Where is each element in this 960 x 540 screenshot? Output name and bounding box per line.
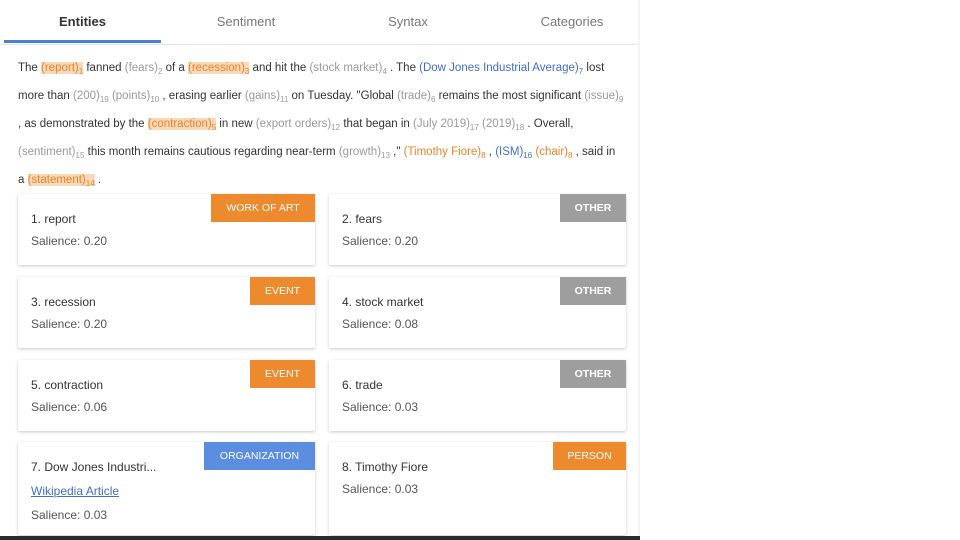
entity-card-trade[interactable]: 6. trade OTHER Salience: 0.03 bbox=[329, 360, 626, 431]
text-segment: , bbox=[485, 146, 496, 158]
entity-mention-chair[interactable]: (chair)8 bbox=[535, 146, 572, 160]
entity-title: 4. stock market bbox=[342, 295, 424, 309]
tab-categories[interactable]: Categories bbox=[492, 0, 640, 44]
text-segment: on Tuesday. "Global bbox=[288, 90, 398, 102]
tab-sentiment[interactable]: Sentiment bbox=[166, 0, 326, 44]
panel-right-edge bbox=[638, 0, 640, 538]
text-segment: of a bbox=[162, 62, 189, 74]
text-segment: , as demonstrated by the bbox=[18, 118, 148, 130]
entity-card-recession[interactable]: 3. recession EVENT Salience: 0.20 bbox=[18, 277, 315, 348]
text-segment: and hit the bbox=[249, 62, 310, 74]
text-segment: , erasing earlier bbox=[159, 90, 245, 102]
entity-mention-ism[interactable]: (ISM)16 bbox=[495, 146, 532, 160]
text-segment: that began in bbox=[340, 118, 414, 130]
entity-mention-export-orders[interactable]: (export orders)12 bbox=[256, 118, 340, 132]
entity-salience: Salience: 0.20 bbox=[31, 234, 108, 248]
entities-panel: Entities Sentiment Syntax Categories The… bbox=[0, 0, 640, 540]
entity-mention-points[interactable]: (points)10 bbox=[112, 90, 159, 104]
entity-card-stock-market[interactable]: 4. stock market OTHER Salience: 0.08 bbox=[329, 277, 626, 348]
entity-title: 3. recession bbox=[31, 295, 96, 309]
entity-card-report[interactable]: 1. report WORK OF ART Salience: 0.20 bbox=[18, 194, 315, 265]
panel-bottom-edge bbox=[0, 536, 640, 540]
text-segment: . bbox=[94, 174, 102, 186]
tab-bar: Entities Sentiment Syntax Categories bbox=[0, 0, 640, 45]
entity-mention-trade[interactable]: (trade)6 bbox=[397, 90, 435, 104]
entity-mention-recession[interactable]: (recession)3 bbox=[188, 62, 250, 76]
text-segment: The bbox=[18, 62, 42, 74]
entity-mention-growth[interactable]: (growth)13 bbox=[339, 146, 390, 160]
wikipedia-article-link[interactable]: Wikipedia Article bbox=[31, 484, 119, 498]
entity-mention-stock-market[interactable]: (stock market)4 bbox=[309, 62, 386, 76]
entity-type-badge: ORGANIZATION bbox=[204, 442, 315, 470]
entity-salience: Salience: 0.20 bbox=[31, 317, 108, 331]
entity-title: 2. fears bbox=[342, 212, 383, 226]
text-segment: . The bbox=[386, 62, 420, 74]
text-segment: ," bbox=[389, 146, 404, 158]
entity-salience: Salience: 0.03 bbox=[342, 400, 419, 414]
entity-mention-contraction[interactable]: (contraction)5 bbox=[147, 118, 217, 132]
entity-salience: Salience: 0.08 bbox=[342, 317, 419, 331]
entity-mention-timothy-fiore[interactable]: (Timothy Fiore)8 bbox=[404, 146, 486, 160]
entity-mention-sentiment[interactable]: (sentiment)15 bbox=[18, 146, 84, 160]
entity-type-badge: OTHER bbox=[560, 277, 626, 305]
entity-card-fears[interactable]: 2. fears OTHER Salience: 0.20 bbox=[329, 194, 626, 265]
entity-mention-gains[interactable]: (gains)11 bbox=[245, 90, 288, 104]
analyzed-text: The (report)1 fanned (fears)2 of a (rece… bbox=[18, 56, 624, 196]
text-segment: fanned bbox=[83, 62, 125, 74]
active-tab-indicator bbox=[4, 40, 161, 43]
entity-card-dow-jones[interactable]: 7. Dow Jones Industri... ORGANIZATION Wi… bbox=[18, 442, 315, 535]
entity-mention-dow-jones[interactable]: (Dow Jones Industrial Average)7 bbox=[419, 62, 583, 76]
entity-title: 8. Timothy Fiore bbox=[342, 460, 429, 474]
entity-type-badge: OTHER bbox=[560, 194, 626, 222]
entity-salience: Salience: 0.06 bbox=[31, 400, 108, 414]
entity-mention-report[interactable]: (report)1 bbox=[41, 62, 84, 76]
entity-salience: Salience: 0.03 bbox=[342, 482, 419, 496]
entity-title: 5. contraction bbox=[31, 378, 104, 392]
text-segment: . Overall, bbox=[524, 118, 574, 130]
entity-mention-july-2019[interactable]: (July 2019)17 bbox=[413, 118, 479, 132]
entity-salience: Salience: 0.03 bbox=[31, 508, 108, 522]
entity-card-contraction[interactable]: 5. contraction EVENT Salience: 0.06 bbox=[18, 360, 315, 431]
entity-mention-fears[interactable]: (fears)2 bbox=[125, 62, 163, 76]
entity-salience: Salience: 0.20 bbox=[342, 234, 419, 248]
entity-type-badge: WORK OF ART bbox=[211, 194, 315, 222]
entity-mention-200[interactable]: (200)19 bbox=[73, 90, 109, 104]
entity-mention-issue[interactable]: (issue)9 bbox=[584, 90, 623, 104]
entity-mention-statement[interactable]: (statement)14 bbox=[27, 174, 95, 188]
tab-entities[interactable]: Entities bbox=[4, 0, 161, 44]
text-segment: remains the most significant bbox=[435, 90, 585, 102]
entity-type-badge: OTHER bbox=[560, 360, 626, 388]
entity-card-timothy-fiore[interactable]: 8. Timothy Fiore PERSON Salience: 0.03 bbox=[329, 442, 626, 535]
text-segment: this month remains cautious regarding ne… bbox=[84, 146, 339, 158]
entity-type-badge: PERSON bbox=[553, 442, 626, 470]
entity-type-badge: EVENT bbox=[250, 360, 315, 388]
entity-title: 1. report bbox=[31, 212, 76, 226]
entity-type-badge: EVENT bbox=[250, 277, 315, 305]
tab-syntax[interactable]: Syntax bbox=[328, 0, 488, 44]
entity-mention-2019[interactable]: (2019)18 bbox=[482, 118, 524, 132]
entity-title: 6. trade bbox=[342, 378, 383, 392]
entity-title: 7. Dow Jones Industri... bbox=[31, 460, 157, 474]
text-segment: in new bbox=[216, 118, 256, 130]
